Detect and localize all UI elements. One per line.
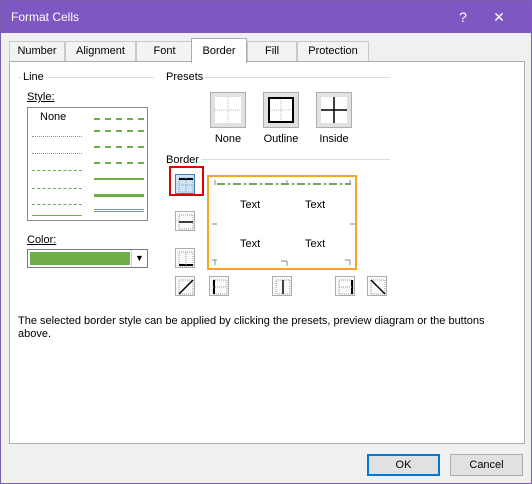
color-dropdown[interactable]: ▼ bbox=[27, 249, 148, 268]
preview-text: Text bbox=[240, 199, 261, 211]
line-style-list[interactable]: None bbox=[27, 107, 148, 221]
border-group-label: Border bbox=[164, 154, 202, 166]
line-style-option[interactable] bbox=[32, 136, 82, 137]
style-label: Style: bbox=[25, 91, 57, 103]
line-style-option[interactable] bbox=[94, 178, 144, 180]
cancel-button[interactable]: Cancel bbox=[450, 454, 523, 476]
border-inside-horizontal-button[interactable] bbox=[175, 211, 195, 231]
line-group-label: Line bbox=[21, 71, 46, 83]
line-style-option[interactable] bbox=[94, 162, 144, 164]
preset-inside-label: Inside bbox=[319, 133, 349, 145]
line-style-option[interactable] bbox=[32, 170, 82, 171]
tab-number[interactable]: Number bbox=[9, 41, 65, 62]
tab-alignment[interactable]: Alignment bbox=[65, 41, 136, 62]
color-label: Color: bbox=[25, 234, 59, 246]
color-swatch bbox=[30, 252, 130, 265]
preset-none-label: None bbox=[214, 133, 242, 145]
window-title: Format Cells bbox=[11, 10, 80, 24]
ok-button[interactable]: OK bbox=[367, 454, 440, 476]
preview-text: Text bbox=[305, 238, 326, 250]
preview-text: Text bbox=[305, 199, 326, 211]
style-none-option[interactable]: None bbox=[40, 111, 66, 123]
presets-group-label: Presets bbox=[164, 71, 206, 83]
border-left-button[interactable] bbox=[209, 276, 229, 296]
border-group-divider bbox=[168, 159, 390, 160]
line-style-option[interactable] bbox=[32, 188, 82, 189]
preset-inside-icon bbox=[321, 97, 347, 123]
tab-font[interactable]: Font bbox=[136, 41, 193, 62]
format-cells-dialog: Format Cells ? ✕ Number Alignment Font B… bbox=[0, 0, 532, 484]
line-style-option[interactable] bbox=[94, 194, 144, 197]
help-button[interactable]: ? bbox=[453, 6, 473, 28]
tab-protection[interactable]: Protection bbox=[297, 41, 369, 62]
border-right-button[interactable] bbox=[335, 276, 355, 296]
border-preview[interactable]: Text Text Text Text bbox=[207, 175, 357, 270]
border-diagonal-up-button[interactable] bbox=[175, 276, 195, 296]
preset-inside-button[interactable] bbox=[316, 92, 352, 128]
line-style-option[interactable] bbox=[32, 153, 82, 154]
line-style-option[interactable] bbox=[32, 204, 82, 205]
preview-border-lines bbox=[212, 180, 355, 266]
line-style-option[interactable] bbox=[94, 130, 144, 132]
line-style-option[interactable] bbox=[94, 209, 144, 212]
line-style-option[interactable] bbox=[94, 118, 144, 120]
border-bottom-button[interactable] bbox=[175, 248, 195, 268]
info-text: The selected border style can be applied… bbox=[18, 315, 485, 340]
title-bar: Format Cells ? ✕ bbox=[1, 1, 531, 33]
border-diagonal-down-button[interactable] bbox=[367, 276, 387, 296]
tab-border[interactable]: Border bbox=[191, 38, 247, 63]
close-button[interactable]: ✕ bbox=[489, 6, 509, 28]
border-panel: Line Style: None Color: ▼ Presets None O… bbox=[9, 61, 525, 444]
tab-fill[interactable]: Fill bbox=[247, 41, 297, 62]
line-style-option[interactable] bbox=[94, 146, 144, 148]
chevron-down-icon[interactable]: ▼ bbox=[131, 250, 147, 267]
border-inside-vertical-button[interactable] bbox=[272, 276, 292, 296]
preset-none-icon bbox=[215, 97, 241, 123]
border-top-button[interactable] bbox=[175, 174, 195, 194]
preset-outline-icon bbox=[268, 97, 294, 123]
line-style-option[interactable] bbox=[32, 215, 82, 216]
preset-none-button[interactable] bbox=[210, 92, 246, 128]
preset-outline-label: Outline bbox=[263, 133, 299, 145]
preset-outline-button[interactable] bbox=[263, 92, 299, 128]
preview-text: Text bbox=[240, 238, 261, 250]
